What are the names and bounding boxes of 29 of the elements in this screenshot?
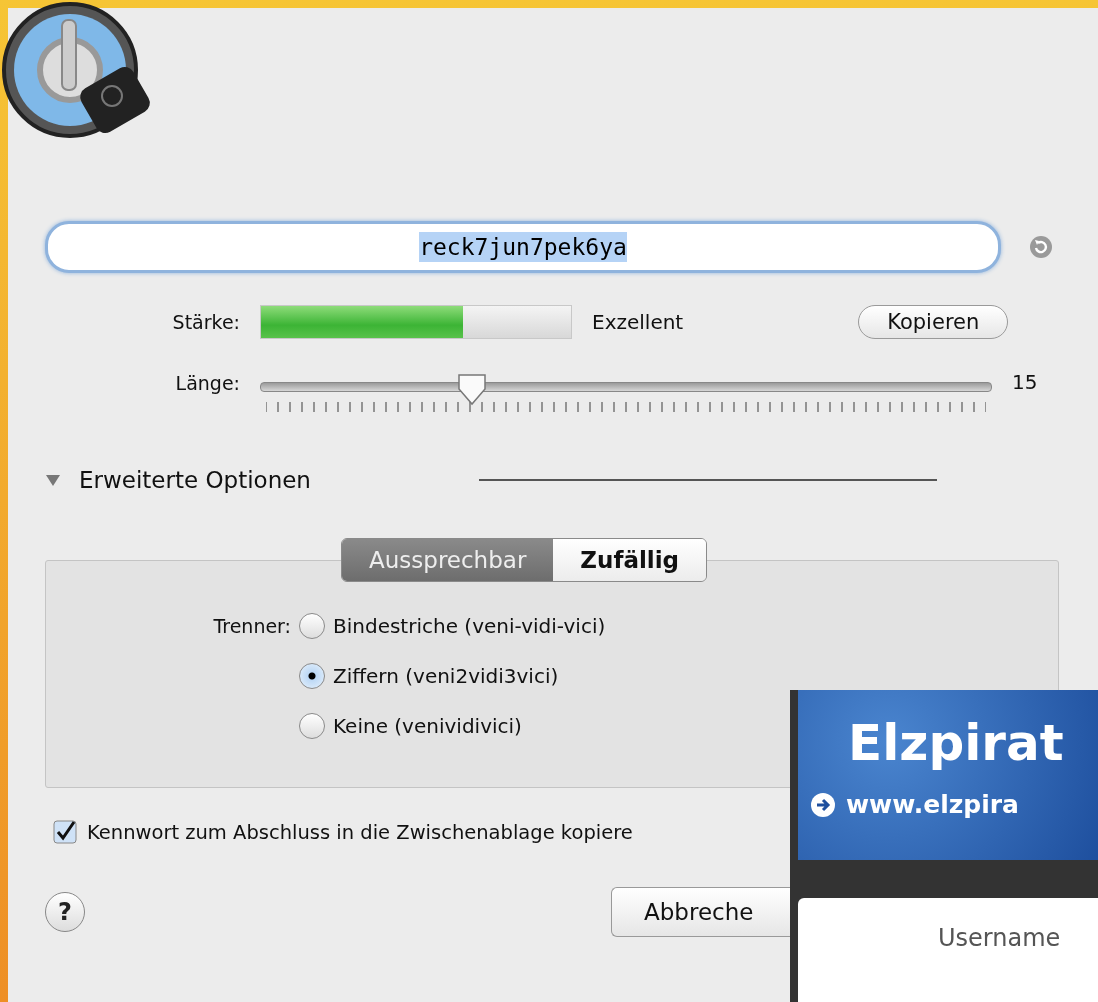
mode-tab[interactable]: Zufällig bbox=[553, 539, 707, 581]
refresh-icon[interactable] bbox=[1029, 235, 1053, 259]
radio-label: Bindestriche (veni-vidi-vici) bbox=[333, 614, 606, 638]
site-url[interactable]: www.elzpira bbox=[846, 790, 1019, 819]
checkbox-label: Kennwort zum Abschluss in die Zwischenablage kopiere bbox=[87, 820, 634, 844]
site-title: Elzpirat bbox=[848, 714, 1065, 772]
disclosure-triangle-icon[interactable] bbox=[45, 473, 61, 487]
separator-label: Trenner: bbox=[212, 615, 291, 637]
radio-label: Keine (venividivici) bbox=[333, 714, 522, 738]
checkbox[interactable] bbox=[53, 820, 77, 844]
slider-thumb[interactable] bbox=[456, 372, 489, 406]
radio-button[interactable] bbox=[299, 663, 325, 689]
radio-button[interactable] bbox=[299, 713, 325, 739]
copy-button[interactable]: Kopieren bbox=[858, 305, 1009, 339]
site-link[interactable]: www.elzpira bbox=[810, 790, 1098, 819]
username-label: Username bbox=[938, 924, 1061, 952]
arrow-circle-icon bbox=[810, 791, 836, 818]
help-button[interactable]: ? bbox=[45, 892, 85, 932]
strength-rating: Exzellent bbox=[592, 310, 684, 334]
radio-button[interactable] bbox=[299, 613, 325, 639]
radio-label: Ziffern (veni2vidi3vici) bbox=[333, 664, 559, 688]
length-value: 15 bbox=[1012, 370, 1038, 394]
cancel-button[interactable]: Abbreche bbox=[611, 887, 791, 937]
password-value: reck7jun7pek6ya bbox=[419, 232, 627, 262]
password-field[interactable]: reck7jun7pek6ya bbox=[45, 221, 1001, 273]
strength-label: Stärke: bbox=[171, 311, 240, 333]
length-label: Länge: bbox=[174, 372, 240, 394]
mode-tab[interactable]: Aussprechbar bbox=[342, 539, 554, 581]
advanced-options-label: Erweiterte Optionen bbox=[79, 467, 311, 493]
